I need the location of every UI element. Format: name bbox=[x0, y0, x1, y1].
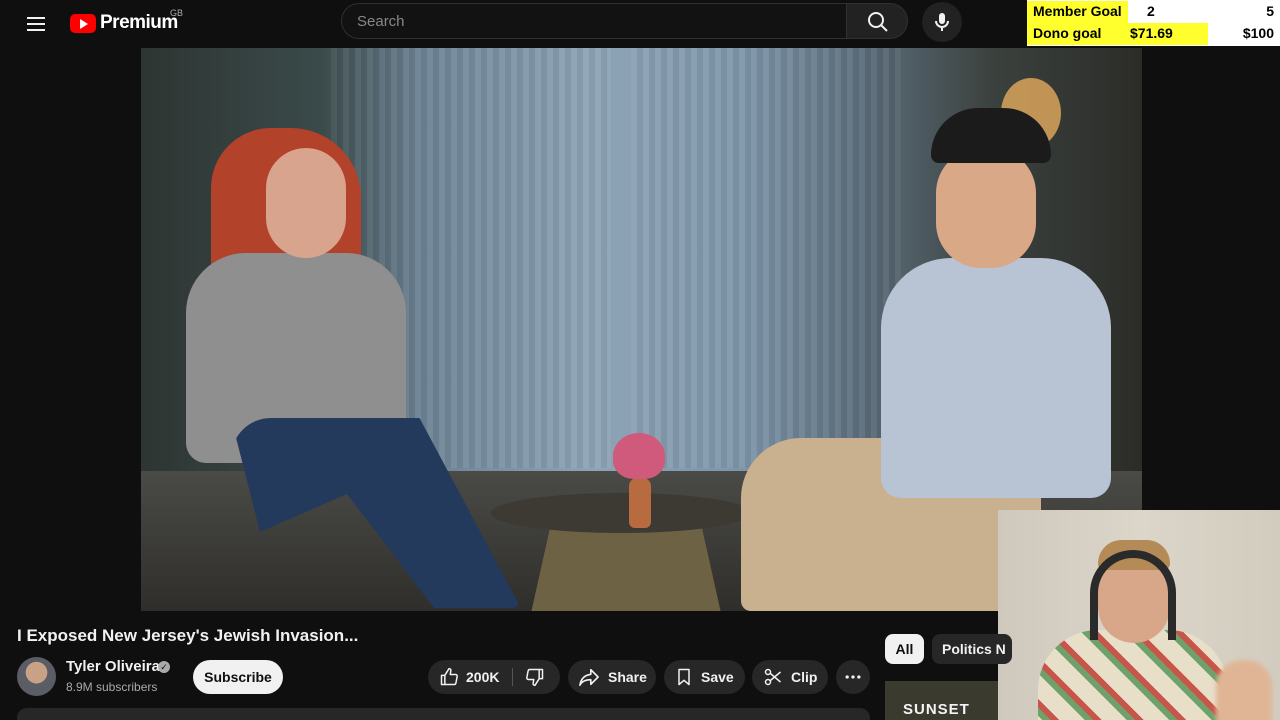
scissors-icon bbox=[764, 668, 781, 686]
dono-goal-row: Dono goal $71.69 $100 bbox=[1027, 23, 1280, 45]
more-actions-button[interactable] bbox=[836, 660, 870, 694]
thumbs-down-icon bbox=[526, 668, 544, 687]
share-icon bbox=[579, 668, 599, 686]
mic-icon bbox=[935, 13, 949, 31]
man-cap bbox=[931, 108, 1051, 163]
description-box[interactable] bbox=[17, 708, 870, 720]
share-button[interactable]: Share bbox=[568, 660, 656, 694]
vase bbox=[629, 478, 651, 528]
clip-button[interactable]: Clip bbox=[752, 660, 828, 694]
interviewee-woman bbox=[181, 128, 541, 611]
streamer-webcam bbox=[998, 510, 1280, 720]
like-dislike-group: 200K bbox=[428, 660, 560, 694]
search-icon bbox=[868, 12, 888, 32]
headphones-icon bbox=[1090, 550, 1176, 640]
save-button[interactable]: Save bbox=[664, 660, 745, 694]
youtube-premium-logo[interactable]: Premium bbox=[70, 10, 178, 36]
region-code: GB bbox=[170, 8, 184, 18]
dono-goal-target: $100 bbox=[1242, 25, 1274, 41]
member-goal-current: 2 bbox=[1147, 3, 1155, 19]
more-horizontal-icon bbox=[845, 675, 861, 679]
member-goal-label: Member Goal bbox=[1033, 3, 1122, 19]
channel-avatar[interactable] bbox=[17, 657, 56, 696]
verified-icon: ✓ bbox=[158, 661, 170, 673]
webcam-shirt bbox=[1038, 630, 1228, 720]
man-face bbox=[936, 148, 1036, 268]
voice-search-button[interactable] bbox=[922, 2, 962, 42]
like-count: 200K bbox=[466, 669, 500, 685]
youtube-play-icon bbox=[70, 13, 96, 33]
chip-politics-news[interactable]: Politics N bbox=[932, 634, 1012, 664]
woman-jeans bbox=[231, 418, 521, 608]
dono-goal-label: Dono goal bbox=[1033, 25, 1102, 41]
flower bbox=[613, 433, 665, 479]
woman-face bbox=[266, 148, 346, 258]
dislike-button[interactable] bbox=[513, 660, 560, 694]
save-label: Save bbox=[701, 669, 734, 685]
thumbnail-text: SUNSET bbox=[903, 701, 970, 718]
search-box bbox=[341, 3, 846, 39]
subscribe-button[interactable]: Subscribe bbox=[193, 660, 283, 694]
member-goal-row: Member Goal 2 5 bbox=[1027, 1, 1280, 23]
video-player[interactable] bbox=[141, 48, 1142, 611]
clip-label: Clip bbox=[791, 669, 818, 685]
dono-goal-current: $71.69 bbox=[1130, 25, 1173, 41]
channel-name[interactable]: Tyler Oliveira bbox=[66, 658, 160, 675]
stream-goal-overlay: Member Goal 2 5 Dono goal $71.69 $100 bbox=[1027, 0, 1280, 46]
man-shirt bbox=[881, 258, 1111, 498]
thumbs-up-icon bbox=[440, 667, 458, 686]
video-title: I Exposed New Jersey's Jewish Invasion..… bbox=[17, 626, 359, 645]
member-goal-target: 5 bbox=[1266, 3, 1274, 19]
menu-icon[interactable] bbox=[20, 8, 52, 40]
share-label: Share bbox=[608, 669, 647, 685]
logo-text: Premium bbox=[100, 12, 178, 33]
table-base bbox=[531, 528, 721, 611]
subscriber-count: 8.9M subscribers bbox=[66, 680, 158, 694]
like-button[interactable]: 200K bbox=[428, 660, 512, 694]
search-input[interactable] bbox=[342, 4, 846, 38]
search-button[interactable] bbox=[846, 3, 908, 39]
chip-all[interactable]: All bbox=[885, 634, 924, 664]
bookmark-icon bbox=[678, 668, 690, 686]
recommended-video-thumbnail[interactable]: SUNSET bbox=[885, 681, 998, 720]
webcam-hand bbox=[1216, 660, 1272, 720]
